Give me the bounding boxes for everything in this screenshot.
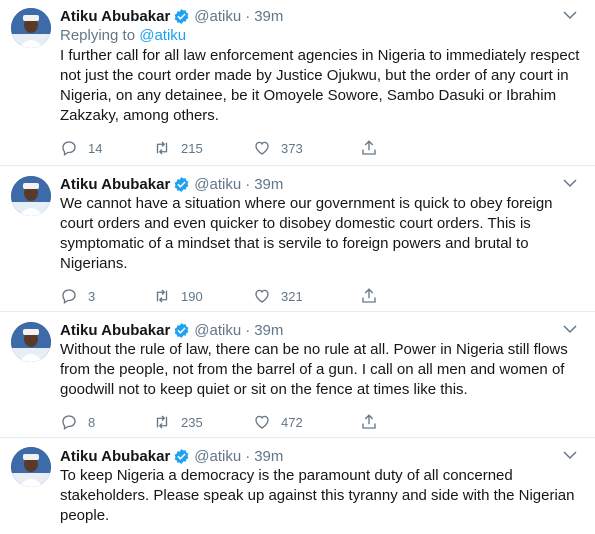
retweet-count: 235 bbox=[181, 414, 203, 430]
tweet-header: Atiku Abubakar @atiku · 39m bbox=[60, 320, 583, 340]
share-button[interactable] bbox=[360, 413, 460, 431]
like-count: 472 bbox=[281, 414, 303, 430]
chevron-down-icon[interactable] bbox=[563, 10, 577, 24]
avatar[interactable] bbox=[11, 176, 51, 216]
author-name[interactable]: Atiku Abubakar bbox=[60, 8, 170, 25]
tweet-thread: Atiku Abubakar @atiku · 39m Replying to … bbox=[0, 0, 595, 534]
author-name[interactable]: Atiku Abubakar bbox=[60, 176, 170, 193]
author-handle[interactable]: @atiku bbox=[194, 8, 241, 25]
like-button[interactable]: 472 bbox=[253, 413, 360, 431]
timestamp[interactable]: 39m bbox=[254, 448, 283, 465]
tweet[interactable]: Atiku Abubakar @atiku · 39m We cannot ha… bbox=[0, 166, 595, 312]
retweet-icon bbox=[156, 141, 168, 155]
like-button[interactable]: 373 bbox=[253, 139, 360, 157]
reply-count: 3 bbox=[88, 288, 96, 304]
share-icon bbox=[362, 140, 376, 155]
retweet-icon bbox=[156, 415, 168, 429]
share-button[interactable] bbox=[360, 139, 460, 157]
avatar[interactable] bbox=[11, 8, 51, 48]
tweet-text: We cannot have a situation where our gov… bbox=[60, 195, 553, 272]
author-handle[interactable]: @atiku bbox=[194, 176, 241, 193]
tweet-header: Atiku Abubakar @atiku · 39m bbox=[60, 6, 583, 26]
verified-badge-icon bbox=[173, 448, 190, 465]
like-heart-icon bbox=[255, 289, 269, 303]
share-icon bbox=[362, 288, 376, 303]
tweet[interactable]: Atiku Abubakar @atiku · 39m Replying to … bbox=[0, 0, 595, 166]
reply-count: 8 bbox=[88, 414, 96, 430]
tweet[interactable]: Atiku Abubakar @atiku · 39m To keep Nige… bbox=[0, 438, 595, 534]
tweet-actions: 8 235 472 bbox=[60, 412, 583, 432]
tweet-text: Without the rule of law, there can be no… bbox=[60, 341, 568, 398]
chevron-down-icon[interactable] bbox=[563, 178, 577, 192]
reply-icon bbox=[62, 141, 76, 157]
tweet-text: I further call for all law enforcement a… bbox=[60, 47, 580, 124]
share-icon bbox=[362, 414, 376, 429]
reply-count: 14 bbox=[88, 140, 103, 156]
reply-icon bbox=[62, 289, 76, 305]
retweet-button[interactable]: 190 bbox=[153, 287, 253, 305]
timestamp[interactable]: 39m bbox=[254, 322, 283, 339]
separator-dot: · bbox=[245, 447, 251, 465]
replying-to-label: Replying to bbox=[60, 27, 140, 44]
chevron-down-icon[interactable] bbox=[563, 324, 577, 338]
like-button[interactable]: 321 bbox=[253, 287, 360, 305]
tweet-header: Atiku Abubakar @atiku · 39m bbox=[60, 174, 583, 194]
reply-button[interactable]: 3 bbox=[60, 287, 153, 305]
reply-icon bbox=[62, 415, 76, 431]
like-heart-icon bbox=[255, 141, 269, 155]
tweet[interactable]: Atiku Abubakar @atiku · 39m Without the … bbox=[0, 312, 595, 438]
author-name[interactable]: Atiku Abubakar bbox=[60, 322, 170, 339]
avatar[interactable] bbox=[11, 447, 51, 487]
tweet-header: Atiku Abubakar @atiku · 39m bbox=[60, 446, 583, 466]
retweet-button[interactable]: 235 bbox=[153, 413, 253, 431]
verified-badge-icon bbox=[173, 8, 190, 25]
replying-to: Replying to @atiku bbox=[60, 26, 583, 46]
retweet-icon bbox=[156, 289, 168, 303]
replying-to-link[interactable]: @atiku bbox=[139, 27, 186, 44]
share-button[interactable] bbox=[360, 287, 460, 305]
verified-badge-icon bbox=[173, 322, 190, 339]
author-name[interactable]: Atiku Abubakar bbox=[60, 448, 170, 465]
like-count: 321 bbox=[281, 288, 303, 304]
chevron-down-icon[interactable] bbox=[563, 450, 577, 464]
separator-dot: · bbox=[245, 321, 251, 339]
tweet-actions: 3 190 321 bbox=[60, 286, 583, 306]
author-handle[interactable]: @atiku bbox=[194, 322, 241, 339]
tweet-actions: 14 215 373 bbox=[60, 138, 583, 158]
separator-dot: · bbox=[245, 7, 251, 25]
tweet-text: To keep Nigeria a democracy is the param… bbox=[60, 467, 575, 524]
separator-dot: · bbox=[245, 175, 251, 193]
avatar[interactable] bbox=[11, 322, 51, 362]
reply-button[interactable]: 14 bbox=[60, 139, 153, 157]
verified-badge-icon bbox=[173, 176, 190, 193]
timestamp[interactable]: 39m bbox=[254, 8, 283, 25]
timestamp[interactable]: 39m bbox=[254, 176, 283, 193]
author-handle[interactable]: @atiku bbox=[194, 448, 241, 465]
retweet-button[interactable]: 215 bbox=[153, 139, 253, 157]
reply-button[interactable]: 8 bbox=[60, 413, 153, 431]
like-count: 373 bbox=[281, 140, 303, 156]
retweet-count: 190 bbox=[181, 288, 203, 304]
retweet-count: 215 bbox=[181, 140, 203, 156]
like-heart-icon bbox=[255, 415, 269, 429]
